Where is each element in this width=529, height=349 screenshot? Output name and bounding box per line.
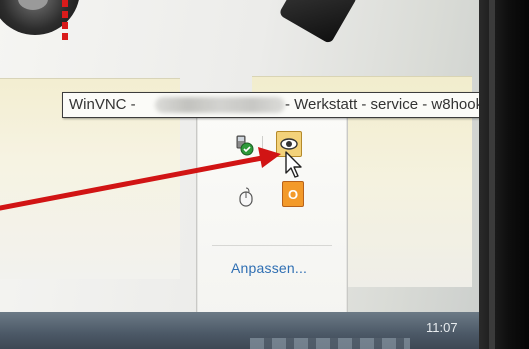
photo-of-screen: O Anpassen... WinVNC - - Werkstatt - ser… [0,0,529,349]
red-annotation-arrow [0,147,281,211]
mouse-cursor-icon [284,150,306,180]
